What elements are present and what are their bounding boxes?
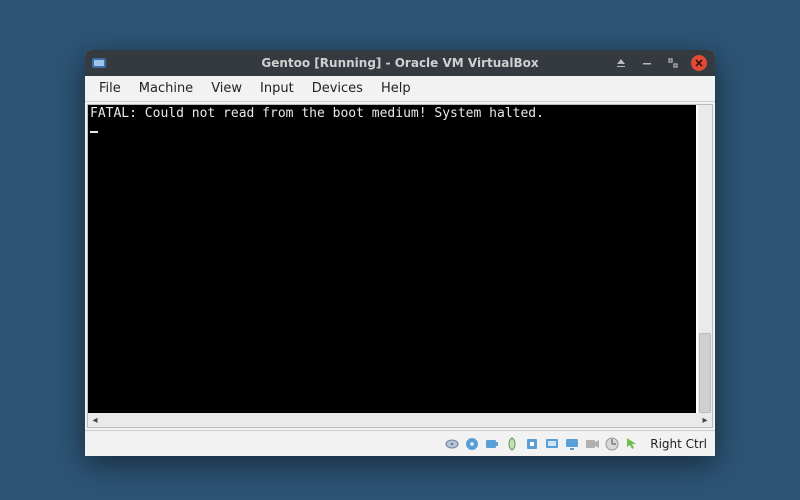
statusbar: Right Ctrl [85, 430, 715, 456]
vm-display-area: FATAL: Could not read from the boot medi… [85, 102, 715, 430]
vertical-scrollbar[interactable] [698, 105, 712, 413]
guest-console[interactable]: FATAL: Could not read from the boot medi… [88, 105, 696, 413]
virtualbox-app-icon [91, 55, 107, 71]
eject-icon[interactable] [613, 55, 629, 71]
menu-help[interactable]: Help [373, 78, 419, 99]
text-cursor [90, 131, 98, 133]
vm-viewport: FATAL: Could not read from the boot medi… [87, 104, 713, 428]
cpu-icon[interactable] [604, 436, 620, 452]
recording-icon[interactable] [584, 436, 600, 452]
window-controls [613, 55, 715, 71]
display-icon[interactable] [564, 436, 580, 452]
maximize-button[interactable] [665, 55, 681, 71]
mouse-integration-icon[interactable] [624, 436, 640, 452]
hostkey-indicator[interactable]: Right Ctrl [650, 437, 707, 451]
menu-input[interactable]: Input [252, 78, 302, 99]
scroll-right-arrow-icon[interactable]: ▸ [699, 414, 711, 426]
optical-disc-icon[interactable] [464, 436, 480, 452]
virtualbox-window: Gentoo [Running] - Oracle VM VirtualBox … [85, 50, 715, 456]
menu-machine[interactable]: Machine [131, 78, 201, 99]
console-output-line: FATAL: Could not read from the boot medi… [90, 106, 544, 121]
harddisk-icon[interactable] [444, 436, 460, 452]
shared-folder-icon[interactable] [544, 436, 560, 452]
scroll-left-arrow-icon[interactable]: ◂ [89, 414, 101, 426]
usb-icon[interactable] [524, 436, 540, 452]
menu-view[interactable]: View [203, 78, 250, 99]
vertical-scrollbar-thumb[interactable] [699, 333, 711, 413]
titlebar[interactable]: Gentoo [Running] - Oracle VM VirtualBox [85, 50, 715, 76]
audio-icon[interactable] [484, 436, 500, 452]
menu-devices[interactable]: Devices [304, 78, 371, 99]
menu-file[interactable]: File [91, 78, 129, 99]
horizontal-scrollbar[interactable]: ◂ ▸ [88, 413, 712, 427]
network-icon[interactable] [504, 436, 520, 452]
menubar: File Machine View Input Devices Help [85, 76, 715, 102]
minimize-button[interactable] [639, 55, 655, 71]
close-button[interactable] [691, 55, 707, 71]
